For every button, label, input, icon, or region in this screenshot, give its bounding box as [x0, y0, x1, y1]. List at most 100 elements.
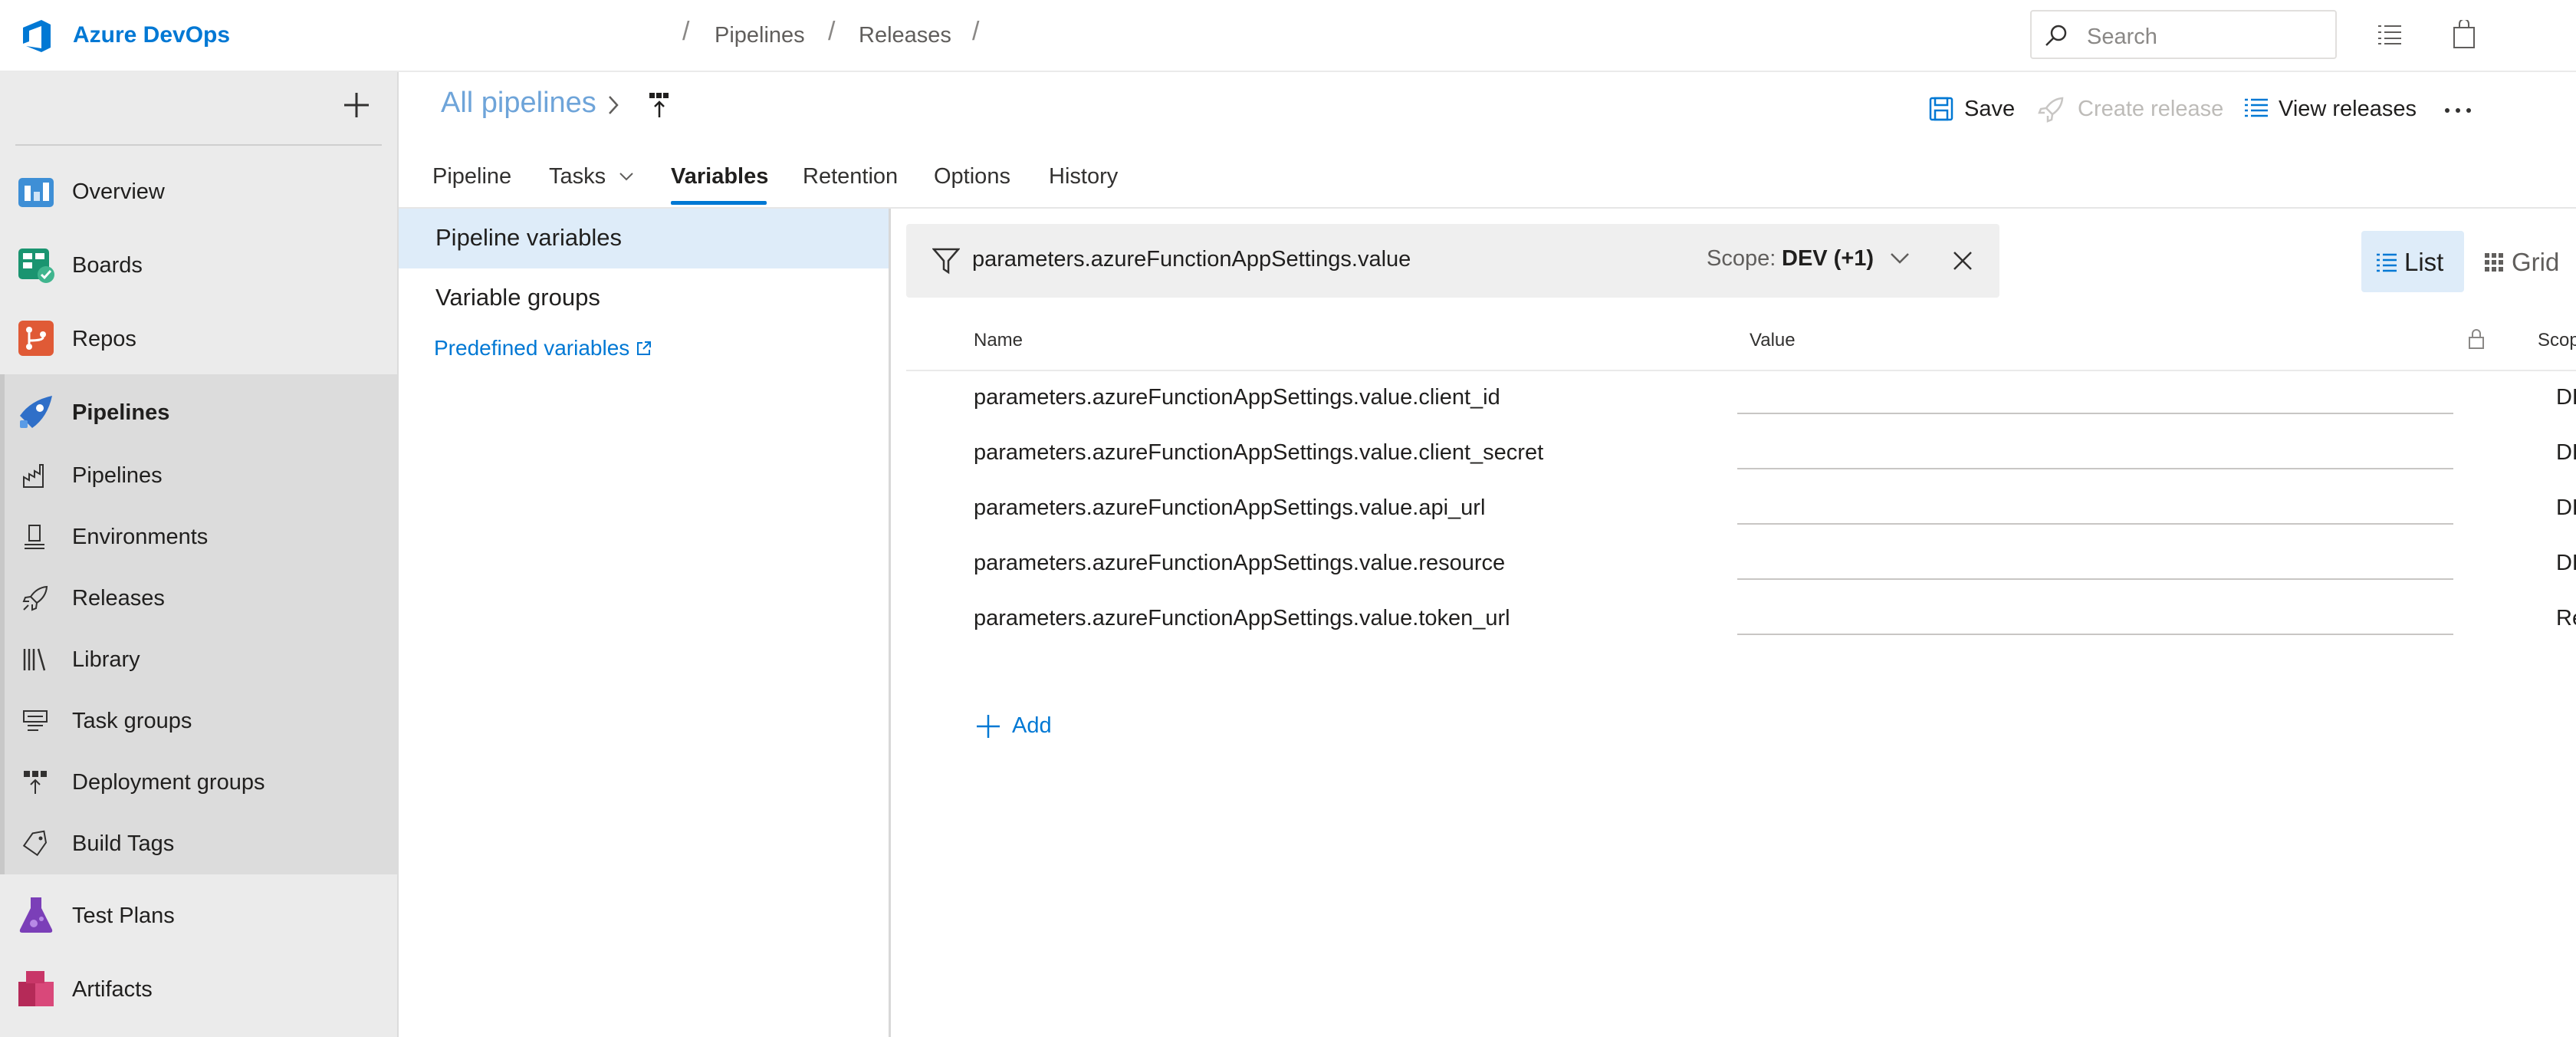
nav-label-repos: Repos: [72, 327, 136, 351]
close-icon[interactable]: [1952, 250, 1973, 272]
variable-value-input[interactable]: [1737, 485, 2453, 525]
predefined-variables-link[interactable]: Predefined variables: [434, 336, 652, 360]
more-options-icon[interactable]: [2444, 107, 2472, 114]
breadcrumb-separator: /: [682, 17, 690, 46]
all-pipelines-link[interactable]: All pipelines: [441, 87, 596, 120]
marketplace-bag-icon[interactable]: [2452, 20, 2476, 49]
nav-divider: [15, 144, 382, 146]
search-box[interactable]: Search: [2030, 10, 2337, 59]
filter-icon: [932, 248, 960, 275]
predefined-variables-label: Predefined variables: [434, 336, 630, 360]
pipeline-variables-item[interactable]: Pipeline variables: [399, 209, 889, 268]
active-tab-indicator: [671, 201, 767, 205]
column-header-name[interactable]: Name: [974, 330, 1023, 351]
breadcrumb-pipelines[interactable]: Pipelines: [715, 23, 805, 48]
chevron-down-icon: [619, 173, 633, 181]
task-list-icon[interactable]: [2377, 23, 2403, 46]
breadcrumb-releases[interactable]: Releases: [859, 23, 951, 48]
sub-item-build-tags[interactable]: Build Tags: [0, 813, 397, 874]
sub-item-deployment-groups[interactable]: Deployment groups: [0, 752, 397, 813]
tab-history[interactable]: History: [1049, 164, 1118, 189]
nav-label-boards: Boards: [72, 253, 143, 278]
tab-pipeline[interactable]: Pipeline: [432, 164, 511, 189]
release-definition-icon[interactable]: [649, 92, 670, 118]
table-row[interactable]: parameters.azureFunctionAppSettings.valu…: [906, 480, 2576, 535]
grid-view-toggle[interactable]: Grid: [2481, 231, 2576, 292]
chevron-right-icon: [609, 96, 619, 114]
filter-bar: parameters.azureFunctionAppSettings.valu…: [906, 224, 1999, 298]
sub-label-releases: Releases: [72, 586, 165, 611]
task-groups-icon: [23, 710, 48, 731]
nav-label-pipelines: Pipelines: [72, 400, 170, 425]
nav-item-test-plans[interactable]: Test Plans: [0, 879, 397, 953]
sub-item-pipelines[interactable]: Pipelines: [0, 445, 397, 506]
tab-retention[interactable]: Retention: [803, 164, 898, 189]
pipelines-sub-icon: [23, 464, 44, 488]
lock-icon: [2469, 329, 2484, 349]
list-view-toggle[interactable]: List: [2361, 231, 2464, 292]
variable-name[interactable]: parameters.azureFunctionAppSettings.valu…: [974, 385, 1500, 410]
new-item-plus-icon[interactable]: [342, 91, 371, 120]
nav-item-boards[interactable]: Boards: [0, 229, 397, 302]
tab-options[interactable]: Options: [934, 164, 1010, 189]
nav-label-artifacts: Artifacts: [72, 977, 153, 1002]
table-row[interactable]: parameters.azureFunctionAppSettings.valu…: [906, 425, 2576, 480]
plus-icon: [977, 715, 1000, 738]
releases-icon: [22, 585, 48, 611]
variable-value-input[interactable]: [1737, 430, 2453, 469]
variable-scope[interactable]: DE: [2556, 440, 2576, 466]
variables-sidebar: Pipeline variables Variable groups Prede…: [399, 209, 891, 1037]
variable-name[interactable]: parameters.azureFunctionAppSettings.valu…: [974, 440, 1543, 466]
rocket-icon: [2038, 97, 2064, 123]
table-row[interactable]: parameters.azureFunctionAppSettings.valu…: [906, 535, 2576, 591]
breadcrumb-separator: /: [972, 17, 980, 46]
variable-value-input[interactable]: [1737, 540, 2453, 580]
variable-name[interactable]: parameters.azureFunctionAppSettings.valu…: [974, 495, 1485, 521]
top-bar: Azure DevOps / Pipelines / Releases / Se…: [0, 0, 2576, 72]
variable-groups-item[interactable]: Variable groups: [435, 284, 600, 311]
save-label: Save: [1964, 97, 2016, 121]
chevron-down-icon[interactable]: [1889, 252, 1911, 265]
view-releases-button[interactable]: View releases: [2243, 97, 2417, 122]
variable-name[interactable]: parameters.azureFunctionAppSettings.valu…: [974, 551, 1505, 576]
tab-tasks[interactable]: Tasks: [549, 164, 635, 189]
list-view-icon: [2377, 253, 2397, 272]
variable-scope[interactable]: DE: [2556, 385, 2576, 410]
column-header-value[interactable]: Value: [1750, 330, 1796, 351]
pipelines-icon: [20, 396, 52, 428]
view-releases-label: View releases: [2279, 97, 2417, 121]
scope-label: Scope:: [1707, 246, 1776, 271]
grid-view-icon: [2485, 253, 2503, 272]
azure-devops-logo-icon[interactable]: [18, 17, 57, 55]
nav-item-overview[interactable]: Overview: [0, 155, 397, 229]
variable-value-input[interactable]: [1737, 595, 2453, 635]
variable-name[interactable]: parameters.azureFunctionAppSettings.valu…: [974, 606, 1510, 631]
add-variable-label: Add: [1012, 713, 1052, 738]
tab-variables[interactable]: Variables: [671, 164, 768, 189]
create-release-button[interactable]: Create release: [2038, 97, 2224, 123]
sub-item-library[interactable]: Library: [0, 629, 397, 690]
app-name[interactable]: Azure DevOps: [73, 22, 230, 48]
sub-item-environments[interactable]: Environments: [0, 506, 397, 568]
table-row[interactable]: parameters.azureFunctionAppSettings.valu…: [906, 591, 2576, 646]
filter-keyword-input[interactable]: parameters.azureFunctionAppSettings.valu…: [972, 247, 1411, 272]
save-button[interactable]: Save: [1929, 97, 2015, 122]
library-icon: [23, 648, 46, 671]
variable-scope[interactable]: DE: [2556, 495, 2576, 521]
variable-value-input[interactable]: [1737, 374, 2453, 414]
search-icon: [2045, 25, 2067, 46]
scope-dropdown[interactable]: DEV (+1): [1782, 246, 1874, 272]
nav-item-repos[interactable]: Repos: [0, 302, 397, 376]
variable-scope[interactable]: Re: [2556, 606, 2576, 631]
build-tags-icon: [22, 830, 48, 857]
sub-item-task-groups[interactable]: Task groups: [0, 690, 397, 752]
nav-item-artifacts[interactable]: Artifacts: [0, 953, 397, 1026]
create-release-label: Create release: [2078, 97, 2224, 121]
column-header-scope[interactable]: Scop: [2538, 330, 2576, 351]
variable-scope[interactable]: DE: [2556, 551, 2576, 576]
overview-icon: [18, 178, 54, 207]
table-row[interactable]: parameters.azureFunctionAppSettings.valu…: [906, 370, 2576, 425]
nav-item-pipelines[interactable]: Pipelines: [0, 376, 397, 445]
sub-item-releases[interactable]: Releases: [0, 568, 397, 629]
left-navigation: Overview Boards Repos Pipelines Pipeline…: [0, 72, 399, 1037]
